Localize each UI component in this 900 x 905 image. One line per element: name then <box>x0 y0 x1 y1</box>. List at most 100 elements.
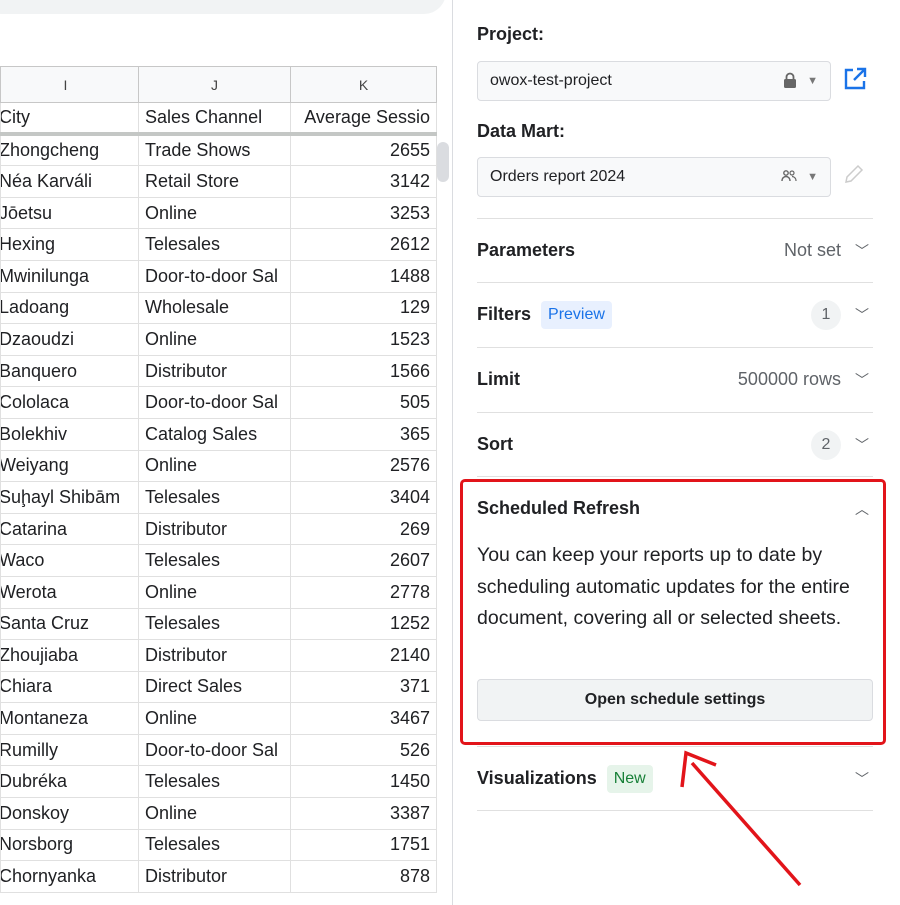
average-session-cell[interactable]: 269 <box>290 512 437 546</box>
sales-channel-cell[interactable]: Telesales <box>138 228 291 261</box>
city-cell[interactable]: Waco <box>0 544 139 577</box>
city-cell[interactable]: Dzaoudzi <box>0 323 139 356</box>
sales-channel-cell[interactable]: Door-to-door Sal <box>138 259 291 293</box>
average-session-cell[interactable]: 371 <box>290 670 437 704</box>
city-cell[interactable]: Hexing <box>0 228 139 261</box>
city-cell[interactable]: Néa Karváli <box>0 165 139 198</box>
city-cell[interactable]: Mwinilunga <box>0 259 139 293</box>
average-session-cell[interactable]: 2778 <box>290 575 437 609</box>
header-cell-average-session[interactable]: Average Sessio <box>290 102 437 137</box>
average-session-cell[interactable]: 1252 <box>290 607 437 641</box>
header-cell-city[interactable]: City <box>0 102 139 137</box>
city-cell[interactable]: Catarina <box>0 512 139 546</box>
sales-channel-cell[interactable]: Catalog Sales <box>138 417 291 451</box>
average-session-cell[interactable]: 365 <box>290 417 437 451</box>
city-cell[interactable]: Chiara <box>0 670 139 704</box>
city-cell[interactable]: Norsborg <box>0 828 139 862</box>
column-header-j[interactable]: J <box>138 66 291 103</box>
average-session-cell[interactable]: 1751 <box>290 828 437 862</box>
datamart-select[interactable]: Orders report 2024 ▼ <box>477 157 831 197</box>
city-cell[interactable]: Montaneza <box>0 702 139 735</box>
city-cell[interactable]: Cololaca <box>0 386 139 419</box>
scheduled-refresh-title: Scheduled Refresh <box>477 498 641 518</box>
sales-channel-cell[interactable]: Distributor <box>138 512 291 546</box>
average-session-cell[interactable]: 3467 <box>290 702 437 735</box>
average-session-cell[interactable]: 3404 <box>290 481 437 514</box>
city-cell[interactable]: Jōetsu <box>0 196 139 230</box>
sales-channel-cell[interactable]: Trade Shows <box>138 133 291 167</box>
average-session-cell[interactable]: 2607 <box>290 544 437 577</box>
city-cell[interactable]: Suḩayl Shibām <box>0 481 139 514</box>
project-select[interactable]: owox-test-project ▼ <box>477 61 831 101</box>
city-cell[interactable]: Donskoy <box>0 797 139 830</box>
city-cell[interactable]: Werota <box>0 575 139 609</box>
city-cell[interactable]: Chornyanka <box>0 860 139 893</box>
average-session-cell[interactable]: 2140 <box>290 639 437 672</box>
average-session-cell[interactable]: 1566 <box>290 354 437 388</box>
scheduled-refresh-description: You can keep your reports up to date by … <box>477 544 850 629</box>
city-cell[interactable]: Santa Cruz <box>0 607 139 641</box>
sales-channel-cell[interactable]: Telesales <box>138 544 291 577</box>
sales-channel-cell[interactable]: Online <box>138 702 291 735</box>
table-row: Jōetsu Online 3253 <box>0 196 437 230</box>
average-session-cell[interactable]: 3387 <box>290 797 437 830</box>
average-session-cell[interactable]: 2655 <box>290 133 437 167</box>
visualizations-row[interactable]: Visualizations New ﹀ <box>477 746 873 810</box>
header-cell-sales-channel[interactable]: Sales Channel <box>138 102 291 137</box>
average-session-cell[interactable]: 129 <box>290 291 437 325</box>
table-row: Chornyanka Distributor 878 <box>0 860 437 893</box>
average-session-cell[interactable]: 2612 <box>290 228 437 261</box>
column-header-k[interactable]: K <box>290 66 437 103</box>
chevron-up-icon: ︿ <box>855 500 869 517</box>
city-cell[interactable]: Zhoujiaba <box>0 639 139 672</box>
city-cell[interactable]: Rumilly <box>0 733 139 767</box>
sort-row[interactable]: Sort 2 ﹀ <box>477 412 873 476</box>
average-session-cell[interactable]: 3142 <box>290 165 437 198</box>
sales-channel-cell[interactable]: Direct Sales <box>138 670 291 704</box>
sales-channel-cell[interactable]: Online <box>138 797 291 830</box>
sales-channel-cell[interactable]: Online <box>138 575 291 609</box>
pencil-icon[interactable] <box>842 162 866 186</box>
city-cell[interactable]: Dubréka <box>0 765 139 799</box>
city-cell[interactable]: Weiyang <box>0 449 139 483</box>
sales-channel-cell[interactable]: Telesales <box>138 607 291 641</box>
sales-channel-cell[interactable]: Wholesale <box>138 291 291 325</box>
average-session-cell[interactable]: 526 <box>290 733 437 767</box>
city-cell[interactable]: Bolekhiv <box>0 417 139 451</box>
city-cell[interactable]: Banquero <box>0 354 139 388</box>
average-session-cell[interactable]: 3253 <box>290 196 437 230</box>
average-session-cell[interactable]: 1488 <box>290 259 437 293</box>
city-cell[interactable]: Zhongcheng <box>0 133 139 167</box>
sales-channel-cell[interactable]: Door-to-door Sal <box>138 733 291 767</box>
city-cell[interactable]: Ladoang <box>0 291 139 325</box>
column-header-row: I J K <box>0 66 437 103</box>
sales-channel-cell[interactable]: Online <box>138 323 291 356</box>
column-header-i[interactable]: I <box>0 66 139 103</box>
sales-channel-cell[interactable]: Distributor <box>138 639 291 672</box>
sales-channel-cell[interactable]: Telesales <box>138 765 291 799</box>
external-link-icon[interactable] <box>842 66 868 92</box>
average-session-cell[interactable]: 2576 <box>290 449 437 483</box>
formula-bar[interactable] <box>0 0 446 14</box>
average-session-cell[interactable]: 505 <box>290 386 437 419</box>
scheduled-refresh-header[interactable]: Scheduled Refresh ︿ <box>477 476 873 540</box>
sales-channel-cell[interactable]: Telesales <box>138 828 291 862</box>
limit-row[interactable]: Limit 500000 rows ﹀ <box>477 347 873 411</box>
parameters-row[interactable]: Parameters Not set ﹀ <box>477 218 873 282</box>
sales-channel-cell[interactable]: Telesales <box>138 481 291 514</box>
average-session-cell[interactable]: 1523 <box>290 323 437 356</box>
sales-channel-cell[interactable]: Door-to-door Sal <box>138 386 291 419</box>
open-schedule-settings-button[interactable]: Open schedule settings <box>477 679 873 721</box>
chevron-down-icon: ▼ <box>807 75 818 87</box>
sales-channel-cell[interactable]: Online <box>138 449 291 483</box>
chevron-down-icon: ▼ <box>807 171 818 183</box>
table-row: Werota Online 2778 <box>0 575 437 609</box>
filters-row[interactable]: Filters Preview 1 ﹀ <box>477 282 873 346</box>
sales-channel-cell[interactable]: Online <box>138 196 291 230</box>
vertical-scrollbar[interactable] <box>437 142 449 182</box>
average-session-cell[interactable]: 878 <box>290 860 437 893</box>
average-session-cell[interactable]: 1450 <box>290 765 437 799</box>
sales-channel-cell[interactable]: Retail Store <box>138 165 291 198</box>
sales-channel-cell[interactable]: Distributor <box>138 354 291 388</box>
sales-channel-cell[interactable]: Distributor <box>138 860 291 893</box>
